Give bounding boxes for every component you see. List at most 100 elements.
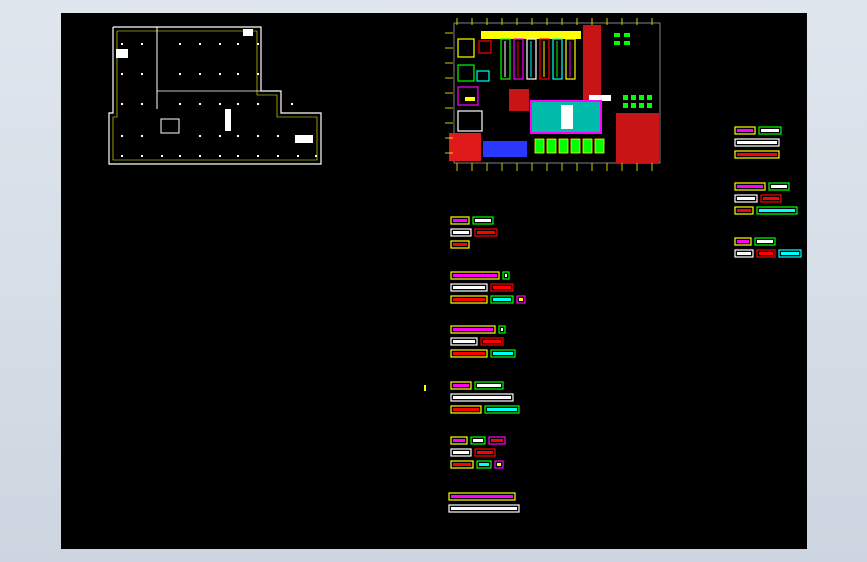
- detail-fill: [483, 340, 501, 343]
- core-block: [225, 109, 231, 131]
- column-dot: [141, 73, 143, 75]
- column-dot: [257, 135, 259, 137]
- booth: [546, 138, 557, 154]
- column-dot: [219, 135, 221, 137]
- detail-fill: [501, 328, 503, 331]
- column-dot: [219, 43, 221, 45]
- column-dot: [277, 135, 279, 137]
- lift-block: [160, 118, 180, 134]
- legend-symbol: [647, 95, 652, 100]
- detail-fill: [761, 129, 779, 132]
- column-dot: [121, 43, 123, 45]
- detail-fill: [493, 298, 511, 301]
- detail-fill: [453, 340, 475, 343]
- room-outline: [476, 70, 490, 82]
- cursor-mark: [424, 385, 426, 391]
- column-dot: [141, 135, 143, 137]
- column-grid: [121, 43, 317, 157]
- column-dot: [199, 43, 201, 45]
- detail-fill: [759, 252, 773, 255]
- detail-fill: [453, 286, 485, 289]
- detail-fill: [477, 451, 493, 454]
- legend-symbol: [639, 95, 644, 100]
- detail-fill: [453, 219, 467, 222]
- column-dot: [237, 43, 239, 45]
- detail-fill: [453, 451, 469, 454]
- detail-fill: [493, 286, 511, 289]
- detail-fill: [475, 219, 491, 222]
- room-outline: [478, 40, 492, 54]
- blue-seating: [483, 141, 527, 157]
- detail-fill: [759, 209, 795, 212]
- floor-plan-right: [445, 18, 661, 171]
- detail-fill: [453, 384, 469, 387]
- column-dot: [199, 135, 201, 137]
- detail-fill: [757, 240, 773, 243]
- column-dot: [141, 103, 143, 105]
- detail-fill: [505, 274, 507, 277]
- detail-fill: [491, 439, 503, 442]
- column-dot: [179, 73, 181, 75]
- detail-fill: [477, 231, 495, 234]
- column-dot: [199, 73, 201, 75]
- column-dot: [141, 43, 143, 45]
- column-dot: [199, 155, 201, 157]
- corridor-highlight: [481, 31, 581, 39]
- booth: [558, 138, 569, 154]
- cad-drawing[interactable]: [61, 13, 807, 549]
- legend-symbol: [624, 41, 630, 45]
- detail-fill: [781, 252, 799, 255]
- detail-fill: [737, 153, 777, 156]
- detail-fill: [737, 240, 749, 243]
- column-dot: [291, 103, 293, 105]
- column-dot: [219, 73, 221, 75]
- column-dot: [179, 43, 181, 45]
- column-dot: [219, 103, 221, 105]
- detail-fill: [737, 252, 751, 255]
- legend-symbol: [624, 33, 630, 37]
- detail-fill: [451, 495, 513, 498]
- column-dot: [219, 155, 221, 157]
- label-box: [465, 97, 475, 101]
- column-dot: [297, 155, 299, 157]
- detail-fill: [487, 408, 517, 411]
- legend-symbols: [614, 33, 652, 108]
- column-dot: [257, 73, 259, 75]
- detail-fill: [453, 231, 469, 234]
- legend-symbol: [614, 41, 620, 45]
- detail-fill: [453, 439, 465, 442]
- room-outline: [457, 38, 475, 58]
- detail-fill: [493, 352, 513, 355]
- column-dot: [199, 103, 201, 105]
- detail-fill: [453, 298, 485, 301]
- booth: [582, 138, 593, 154]
- column-dot: [237, 135, 239, 137]
- detail-blocks: [448, 126, 802, 513]
- legend-symbol: [639, 103, 644, 108]
- column-dot: [257, 155, 259, 157]
- detail-fill: [453, 408, 479, 411]
- column-dot: [257, 43, 259, 45]
- red-zone: [449, 133, 481, 161]
- column-dot: [237, 103, 239, 105]
- detail-fill: [737, 141, 777, 144]
- detail-fill: [453, 328, 493, 331]
- detail-fill: [519, 298, 523, 301]
- room-outline: [457, 86, 479, 106]
- legend-symbol: [614, 33, 620, 37]
- detail-fill: [737, 185, 763, 188]
- column-dot: [237, 155, 239, 157]
- hatch-area-west: [509, 89, 529, 111]
- legend-symbol: [647, 103, 652, 108]
- cad-viewport[interactable]: [61, 13, 807, 549]
- column-dot: [257, 103, 259, 105]
- central-feature: [561, 105, 573, 129]
- legend-symbol: [631, 95, 636, 100]
- column-dot: [315, 155, 317, 157]
- detail-fill: [453, 463, 471, 466]
- detail-fill: [453, 352, 485, 355]
- room-outline: [457, 110, 483, 132]
- column-dot: [121, 135, 123, 137]
- column-dot: [121, 155, 123, 157]
- column-dot: [179, 103, 181, 105]
